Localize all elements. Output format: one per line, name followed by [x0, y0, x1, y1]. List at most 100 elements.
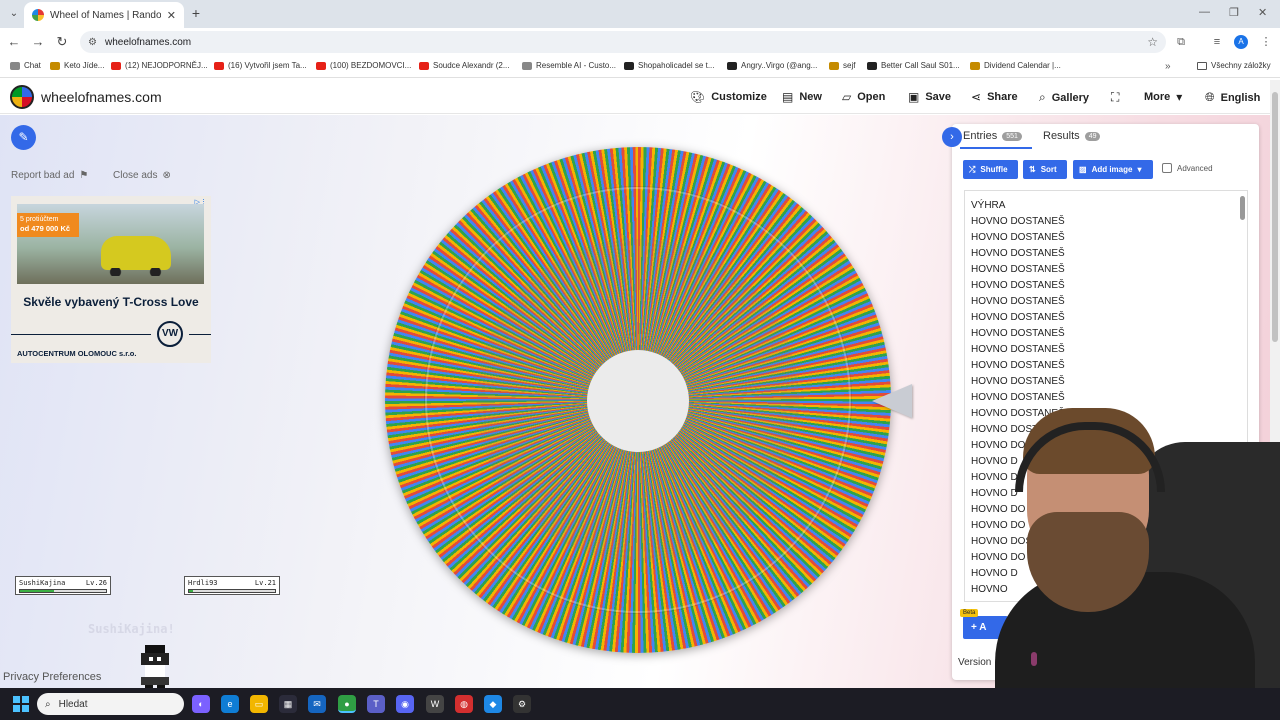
obs-icon[interactable]: ◍ — [455, 695, 473, 713]
reload-icon[interactable]: ↻ — [54, 34, 70, 50]
share-label: Share — [987, 91, 1018, 103]
bookmark-item[interactable]: Chat — [10, 61, 41, 70]
more-bookmarks-icon[interactable]: » — [1165, 61, 1171, 72]
shuffle-label: Shuffle — [980, 165, 1008, 174]
wheel-disc[interactable] — [385, 147, 891, 653]
bookmark-item[interactable]: Shopaholicadel se t... — [624, 61, 715, 70]
bookmark-label: (100) BEZDOMOVCI... — [330, 61, 412, 70]
vw-logo-icon: VW — [157, 321, 183, 347]
pencil-icon: ✎ — [18, 130, 29, 144]
add-image-button[interactable]: ▨ Add image ▾ — [1073, 160, 1153, 179]
windows-taskbar: ⌕ Hledat ◐ e ▭ ▦ ✉ ● T ◉ W ◍ ◆ ⚙ — [0, 688, 1280, 720]
bookmark-item[interactable]: (16) Vytvořil jsem Ta... — [214, 61, 307, 70]
search-icon: ⌕ — [45, 698, 51, 710]
shuffle-button[interactable]: ⤮ Shuffle — [963, 160, 1018, 179]
save-label: Save — [925, 91, 952, 103]
language-button[interactable]: 🌐︎ English — [1205, 90, 1260, 105]
store-icon[interactable]: ▦ — [279, 695, 297, 713]
advanced-checkbox[interactable]: Advanced — [1162, 163, 1213, 173]
player-level: Lv.21 — [254, 579, 276, 587]
all-bookmarks-folder[interactable]: Všechny záložky — [1197, 61, 1271, 70]
entries-count-badge: 551 — [1002, 131, 1022, 141]
tab-results[interactable]: Results 49 — [1043, 130, 1101, 142]
results-tab-label: Results — [1043, 130, 1080, 142]
wordpress-icon[interactable]: W — [426, 695, 444, 713]
bookmark-star-icon[interactable]: ☆ — [1147, 35, 1158, 49]
extensions-icon[interactable]: ⧉ — [1174, 35, 1188, 49]
discord-icon[interactable]: ◉ — [396, 695, 414, 713]
wheel-of-names[interactable] — [385, 147, 891, 653]
wheel-pointer-icon — [872, 384, 912, 418]
mail-icon[interactable]: ✉ — [308, 695, 326, 713]
entry-line: HOVNO DOSTANEŠ — [971, 248, 1065, 259]
customize-button[interactable]: 🎨︎ Customize — [690, 90, 767, 104]
site-info-icon[interactable]: ⚙ — [88, 37, 97, 48]
bookmark-item[interactable]: Angry..Virgo (@ang... — [727, 61, 817, 70]
address-bar[interactable]: ⚙ wheelofnames.com ☆ — [80, 31, 1166, 53]
bookmark-item[interactable]: Dividend Calendar |... — [970, 61, 1061, 70]
bookmark-item[interactable]: (12) NEJODPORNĚJ... — [111, 61, 208, 70]
reading-list-icon[interactable]: ≡ — [1210, 35, 1224, 49]
share-button[interactable]: ⋖ Share — [971, 90, 1018, 104]
edge-icon[interactable]: e — [221, 695, 239, 713]
bookmark-item[interactable]: sejf — [829, 61, 855, 70]
tab-search-icon[interactable]: ⌄ — [6, 6, 22, 22]
taskbar-search[interactable]: ⌕ Hledat — [37, 693, 184, 715]
restore-icon[interactable]: ❐ — [1229, 6, 1239, 19]
back-icon[interactable]: ← — [6, 34, 22, 50]
wheel-center-hub[interactable] — [587, 350, 689, 452]
teams-icon[interactable]: T — [367, 695, 385, 713]
youtube-icon — [419, 61, 429, 70]
checkbox-icon[interactable] — [1162, 163, 1172, 173]
page-scroll-thumb[interactable] — [1272, 92, 1278, 342]
sort-button[interactable]: ⇅ Sort — [1023, 160, 1067, 179]
site-logo-icon[interactable] — [10, 85, 34, 109]
search-icon: ⌕ — [1039, 90, 1046, 104]
palette-icon: 🎨︎ — [690, 90, 706, 104]
bookmark-item[interactable]: Soudce Alexandr (2... — [419, 61, 510, 70]
open-button[interactable]: ▱ Open — [842, 90, 885, 104]
entries-scroll-thumb[interactable] — [1240, 196, 1245, 220]
bookmark-label: Shopaholicadel se t... — [638, 61, 715, 70]
report-bad-ad-link[interactable]: Report bad ad ⚑ — [11, 170, 88, 181]
browser-tab[interactable]: Wheel of Names | Random nam ✕ — [24, 2, 184, 28]
steam-icon[interactable]: ⚙ — [513, 695, 531, 713]
bookmark-item[interactable]: Resemble AI - Custo... — [522, 61, 616, 70]
fullscreen-button[interactable]: ⛶ — [1111, 90, 1119, 105]
browser-menu-icon[interactable]: ⋮ — [1259, 35, 1273, 49]
gallery-button[interactable]: ⌕ Gallery — [1039, 90, 1089, 105]
close-tab-icon[interactable]: ✕ — [167, 9, 176, 22]
collapse-panel-button[interactable]: › — [942, 127, 962, 147]
profile-avatar[interactable]: A — [1234, 35, 1248, 49]
copilot-icon[interactable]: ◐ — [192, 695, 210, 713]
site-name[interactable]: wheelofnames.com — [41, 89, 162, 105]
site-header: wheelofnames.com 🎨︎ Customize ▤ New ▱ Open … — [0, 80, 1270, 114]
browser-tab-strip: ⌄ Wheel of Names | Random nam ✕ + — ❐ ✕ — [0, 0, 1280, 28]
advertisement[interactable]: ▷⋮ 5 protiúčtem od 479 000 Kč Skvěle vyba… — [11, 196, 211, 363]
file-explorer-icon[interactable]: ▭ — [250, 695, 268, 713]
sort-label: Sort — [1040, 165, 1057, 174]
url-text: wheelofnames.com — [104, 36, 192, 48]
bookmark-item[interactable]: Better Call Saul S01... — [867, 61, 960, 70]
new-button[interactable]: ▤ New — [782, 90, 822, 104]
close-ads-link[interactable]: Close ads ⊗ — [113, 170, 171, 181]
save-button[interactable]: ▣ Save — [908, 90, 951, 104]
shuffle-icon: ⤮ — [969, 164, 976, 174]
edit-pencil-button[interactable]: ✎ — [11, 125, 36, 150]
bookmark-label: Resemble AI - Custo... — [536, 61, 617, 70]
close-window-icon[interactable]: ✕ — [1258, 6, 1267, 19]
bookmark-item[interactable]: (100) BEZDOMOVCI... — [316, 61, 411, 70]
tab-entries[interactable]: Entries 551 — [963, 130, 1022, 142]
bookmark-item[interactable]: Keto Jíde... — [50, 61, 104, 70]
new-tab-icon[interactable]: + — [188, 5, 204, 21]
app-icon[interactable]: ◆ — [484, 695, 502, 713]
windows-start-icon[interactable] — [13, 696, 29, 712]
new-file-icon: ▤ — [782, 90, 794, 104]
chrome-icon[interactable]: ● — [338, 695, 356, 713]
privacy-preferences-link[interactable]: Privacy Preferences — [3, 671, 101, 683]
bookmarks-bar: Chat Keto Jíde... (12) NEJODPORNĚJ... (1… — [0, 56, 1280, 78]
ad-divider — [189, 334, 211, 335]
forward-icon[interactable]: → — [30, 34, 46, 50]
minimize-icon[interactable]: — — [1199, 6, 1210, 18]
more-menu-button[interactable]: More ▾ — [1144, 90, 1182, 104]
